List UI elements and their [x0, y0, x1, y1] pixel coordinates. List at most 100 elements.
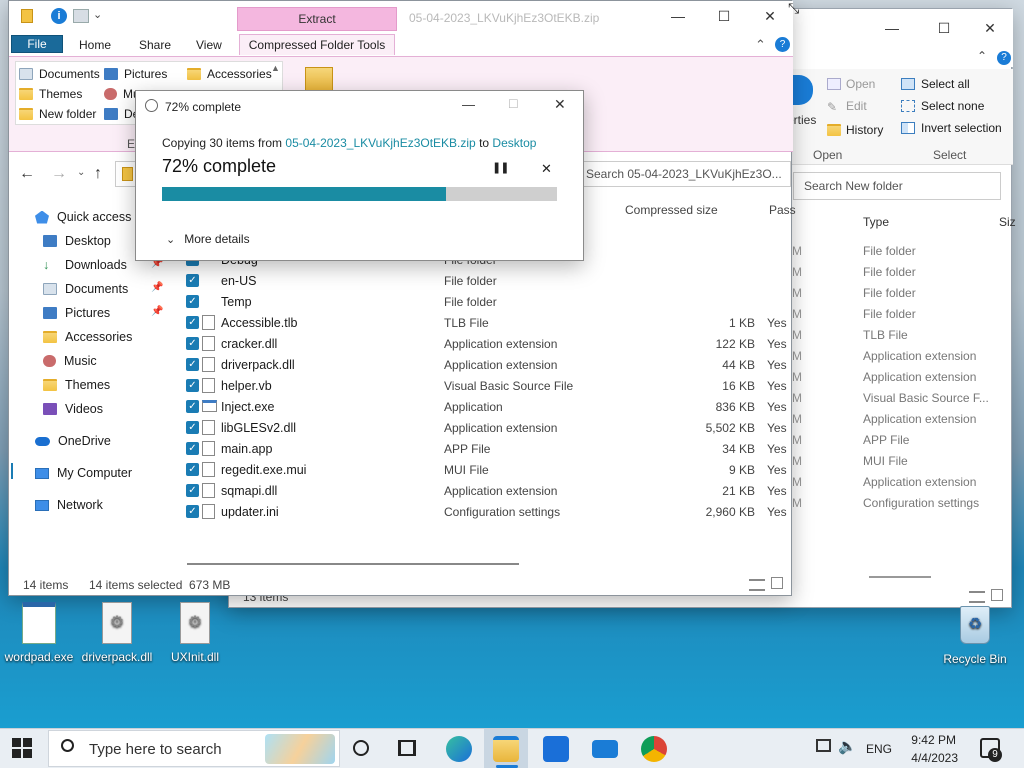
- nav-desktop[interactable]: Desktop: [43, 230, 111, 252]
- ribbon-item-new-folder[interactable]: New folder: [19, 107, 96, 121]
- back-button[interactable]: ←: [19, 165, 35, 183]
- file-explorer-icon[interactable]: [493, 736, 519, 762]
- tab-file[interactable]: File: [11, 35, 63, 53]
- history-button[interactable]: History: [827, 123, 883, 137]
- help-icon[interactable]: ?: [775, 37, 790, 52]
- recent-locations-icon[interactable]: ⌄: [77, 167, 85, 178]
- horizontal-scrollbar[interactable]: [187, 563, 519, 565]
- ribbon-item-documents[interactable]: Documents: [19, 67, 100, 81]
- chevron-up-icon[interactable]: ⌃: [977, 49, 987, 63]
- close-button[interactable]: ✕: [967, 13, 1013, 43]
- row-checkbox[interactable]: ✓: [186, 442, 199, 455]
- row-checkbox[interactable]: ✓: [186, 316, 199, 329]
- column-header-password[interactable]: Pass: [769, 203, 796, 217]
- invert-selection-button[interactable]: Invert selection: [901, 121, 1002, 135]
- select-all-button[interactable]: Select all: [901, 77, 970, 91]
- search-input[interactable]: Search New folder: [793, 172, 1001, 200]
- row-checkbox[interactable]: ✓: [186, 379, 199, 392]
- mail-icon[interactable]: [592, 740, 618, 758]
- open-button[interactable]: Open: [827, 77, 875, 91]
- up-button[interactable]: ↑: [94, 165, 102, 183]
- nav-videos[interactable]: Videos: [43, 398, 103, 420]
- cancel-button[interactable]: ✕: [541, 161, 552, 177]
- row-checkbox[interactable]: ✓: [186, 484, 199, 497]
- maximize-button[interactable]: ☐: [921, 13, 967, 43]
- close-button[interactable]: ✕: [747, 1, 793, 31]
- nav-downloads[interactable]: ↓ Downloads: [43, 254, 127, 276]
- more-details-button[interactable]: ⌄ More details: [166, 232, 250, 246]
- nav-pictures[interactable]: Pictures: [43, 302, 110, 324]
- row-checkbox[interactable]: ✓: [186, 505, 199, 518]
- column-header-type[interactable]: Type: [863, 215, 889, 229]
- ribbon-item-accessories[interactable]: Accessories: [187, 67, 272, 81]
- desktop-icon-uxinit[interactable]: ⚙ UXInit.dll: [159, 602, 231, 664]
- taskbar-search[interactable]: Type here to search: [48, 730, 340, 767]
- nav-my-computer[interactable]: My Computer: [35, 462, 132, 484]
- minimize-button[interactable]: —: [462, 97, 475, 112]
- chevron-up-icon[interactable]: ⌃: [755, 37, 766, 53]
- chevron-down-icon[interactable]: ⌄: [93, 8, 102, 21]
- row-checkbox[interactable]: ✓: [186, 295, 199, 308]
- source-link[interactable]: 05-04-2023_LKVuKjhEz3OtEKB.zip: [285, 136, 475, 150]
- pin-icon[interactable]: 📌: [151, 306, 163, 317]
- edge-icon[interactable]: [446, 736, 472, 762]
- edit-button[interactable]: ✎ Edit: [827, 99, 867, 114]
- tab-share[interactable]: Share: [131, 35, 179, 55]
- nav-network[interactable]: Network: [35, 494, 103, 516]
- nav-accessories[interactable]: Accessories: [43, 326, 132, 348]
- cortana-icon[interactable]: [353, 740, 369, 756]
- nav-themes[interactable]: Themes: [43, 374, 110, 396]
- close-button[interactable]: ✕: [554, 96, 566, 113]
- language-indicator[interactable]: ENG: [866, 742, 892, 756]
- forward-button[interactable]: →: [51, 165, 67, 183]
- tiles-view-icon[interactable]: [771, 577, 783, 589]
- row-checkbox[interactable]: ✓: [186, 337, 199, 350]
- pin-icon[interactable]: 📌: [151, 282, 163, 293]
- pause-button[interactable]: ❚❚: [492, 161, 509, 174]
- search-input[interactable]: Search 05-04-2023_LKVuKjhEz3O...: [581, 161, 791, 187]
- details-view-icon[interactable]: [969, 591, 985, 603]
- store-icon[interactable]: [543, 736, 569, 762]
- column-header-size[interactable]: Siz: [999, 215, 1016, 229]
- select-none-button[interactable]: Select none: [901, 99, 984, 113]
- task-view-icon[interactable]: [398, 740, 416, 756]
- desktop-icon-wordpad[interactable]: wordpad.exe: [3, 602, 75, 664]
- volume-icon[interactable]: 🔈: [838, 737, 857, 755]
- row-checkbox[interactable]: ✓: [186, 463, 199, 476]
- extract-all-icon[interactable]: [305, 67, 333, 91]
- tiles-view-icon[interactable]: [991, 589, 1003, 601]
- new-folder-quick-icon[interactable]: [73, 9, 89, 23]
- row-checkbox[interactable]: ✓: [186, 358, 199, 371]
- properties-quick-icon[interactable]: i: [51, 8, 67, 24]
- desktop-icon-recycle-bin[interactable]: ♻ Recycle Bin: [939, 606, 1011, 666]
- tab-view[interactable]: View: [188, 35, 230, 55]
- column-header-compressed-size[interactable]: Compressed size: [625, 203, 718, 217]
- tab-home[interactable]: Home: [71, 35, 119, 55]
- list-item: M: [792, 328, 802, 342]
- row-checkbox[interactable]: ✓: [186, 400, 199, 413]
- row-checkbox[interactable]: ✓: [186, 274, 199, 287]
- network-tray-icon[interactable]: [816, 739, 831, 752]
- destination-link[interactable]: Desktop: [492, 136, 536, 150]
- horizontal-scrollbar[interactable]: [869, 576, 931, 578]
- maximize-button[interactable]: ☐: [701, 1, 747, 31]
- nav-quick-access[interactable]: Quick access: [35, 206, 131, 228]
- chrome-icon[interactable]: [641, 736, 667, 762]
- desktop-icon-driverpack[interactable]: ⚙ driverpack.dll: [81, 602, 153, 664]
- help-icon[interactable]: ?: [997, 51, 1011, 65]
- tab-compressed-folder-tools[interactable]: Compressed Folder Tools: [239, 34, 395, 55]
- nav-onedrive[interactable]: OneDrive: [35, 430, 111, 452]
- ribbon-item-themes[interactable]: Themes: [19, 87, 82, 101]
- start-button[interactable]: [12, 738, 32, 758]
- extract-tab[interactable]: Extract: [237, 7, 397, 31]
- details-view-icon[interactable]: [749, 579, 765, 591]
- clock-date[interactable]: 4/4/2023: [904, 751, 958, 765]
- minimize-button[interactable]: —: [869, 13, 915, 43]
- ribbon-item-pictures[interactable]: Pictures: [104, 67, 167, 81]
- nav-music[interactable]: Music: [43, 350, 97, 372]
- folder-icon: [19, 108, 33, 120]
- row-checkbox[interactable]: ✓: [186, 421, 199, 434]
- clock-time[interactable]: 9:42 PM: [906, 733, 956, 747]
- nav-documents[interactable]: Documents: [43, 278, 128, 300]
- minimize-button[interactable]: —: [655, 1, 701, 31]
